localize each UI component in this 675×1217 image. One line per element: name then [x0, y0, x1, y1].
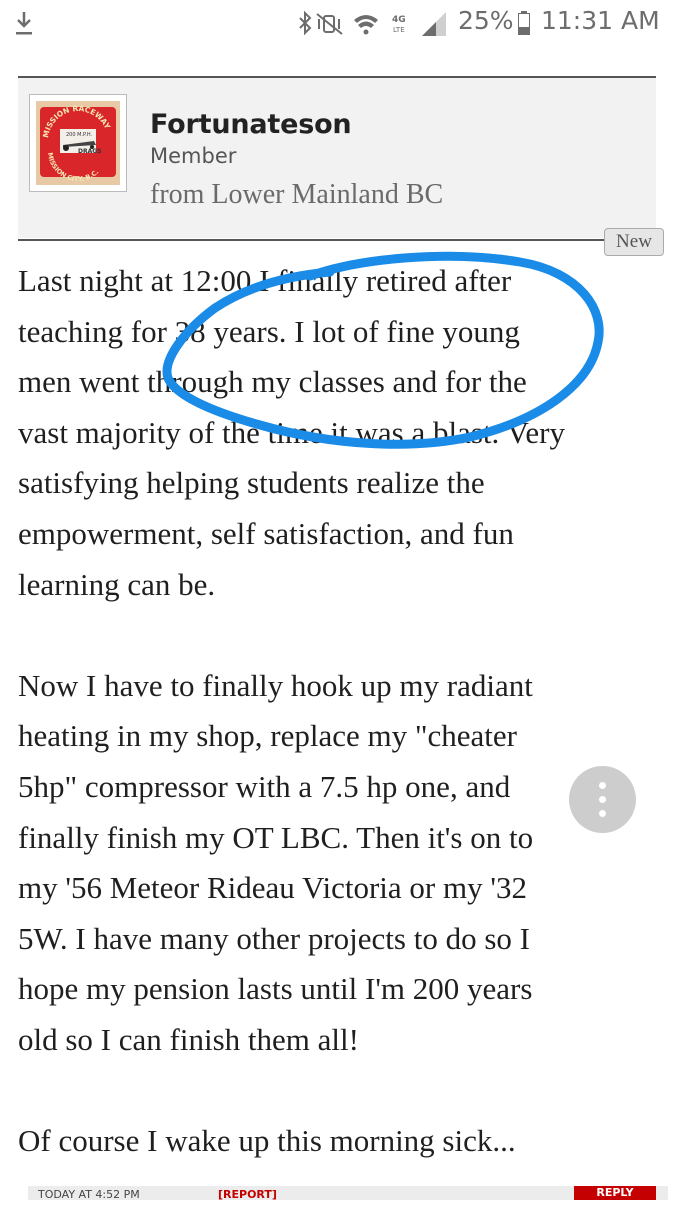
status-icons: 4G LTE	[299, 10, 446, 36]
post-date: TODAY AT 4:52 PM	[38, 1188, 140, 1200]
author-location: from Lower Mainland BC	[150, 179, 444, 210]
header-divider-bottom	[18, 239, 656, 241]
svg-text:LTE: LTE	[393, 26, 405, 34]
post-paragraph-2: Now I have to finally hook up my radiant…	[18, 661, 578, 1066]
wifi-icon	[354, 15, 378, 35]
status-bar: 4G LTE 25% 11:31 AM	[0, 0, 675, 48]
post-footer-bar: TODAY AT 4:52 PM [REPORT] REPLY	[28, 1186, 668, 1200]
body-line: teaching for 38 years. I lot of fine you…	[18, 313, 520, 349]
avatar[interactable]: MISSION RACEWAY MISSION CITY, B.C. 200 M…	[29, 94, 127, 192]
overflow-menu-button[interactable]	[569, 766, 636, 833]
post-paragraph-1: Last night at 12:00 I finally retired af…	[18, 256, 578, 610]
body-line: satisfying helping students realize the	[18, 465, 485, 501]
download-icon	[16, 12, 32, 35]
body-line: learning can be.	[18, 566, 216, 602]
author-username[interactable]: Fortunateson	[150, 109, 352, 140]
battery-percent: 25%	[458, 6, 514, 35]
body-line: empowerment, self satisfaction, and fun	[18, 515, 514, 551]
body-line: old so I can finish them all!	[18, 1021, 359, 1057]
svg-text:DRAGS: DRAGS	[78, 148, 102, 155]
body-line: Of course I wake up this morning sick...	[18, 1123, 516, 1159]
4g-lte-icon: 4G LTE	[392, 15, 406, 34]
body-line: finally finish my OT LBC. Then it's on t…	[18, 819, 534, 855]
body-line: Last night at 12:00 I finally retired af…	[18, 263, 512, 298]
post-body: Last night at 12:00 I finally retired af…	[18, 256, 578, 1217]
menu-dot	[599, 810, 606, 817]
body-line: men went through my classes and for the	[18, 364, 527, 400]
post-paragraph-3: Of course I wake up this morning sick...	[18, 1116, 578, 1167]
body-line: my '56 Meteor Rideau Victoria or my '32	[18, 870, 527, 906]
menu-dot	[599, 782, 606, 789]
new-badge: New	[604, 228, 664, 256]
body-line: hope my pension lasts until I'm 200 year…	[18, 971, 533, 1007]
body-line: heating in my shop, replace my "cheater	[18, 718, 517, 754]
svg-text:4G: 4G	[392, 15, 406, 25]
svg-text:200 M.P.H.: 200 M.P.H.	[66, 132, 93, 138]
menu-dot	[599, 796, 606, 803]
clock: 11:31 AM	[541, 6, 660, 35]
vibrate-icon	[316, 13, 343, 35]
battery-icon	[518, 11, 530, 35]
signal-icon	[422, 12, 446, 36]
body-line: 5W. I have many other projects to do so …	[18, 920, 530, 956]
body-line: 5hp" compressor with a 7.5 hp one, and	[18, 768, 511, 804]
report-link[interactable]: [REPORT]	[218, 1188, 277, 1200]
author-title: Member	[150, 144, 237, 168]
avatar-image: MISSION RACEWAY MISSION CITY, B.C. 200 M…	[36, 101, 120, 185]
reply-button[interactable]: REPLY	[574, 1186, 656, 1200]
body-line: vast majority of the time it was a blast…	[18, 414, 565, 450]
body-line: Now I have to finally hook up my radiant	[18, 667, 533, 703]
bluetooth-icon	[299, 10, 312, 36]
